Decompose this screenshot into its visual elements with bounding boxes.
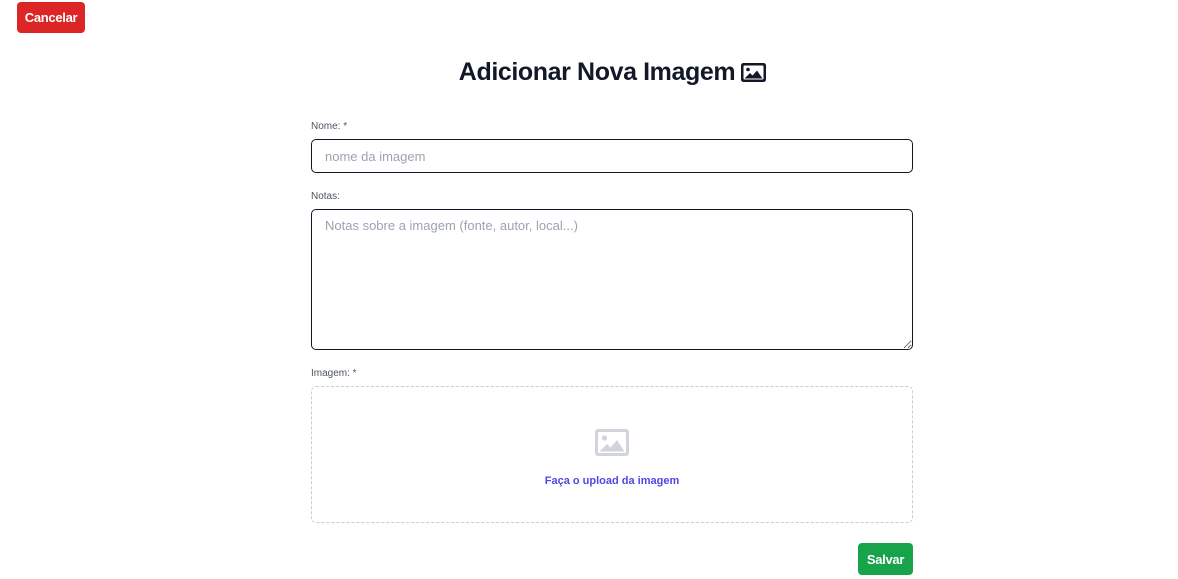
image-placeholder-icon [595,428,629,461]
page-title: Adicionar Nova Imagem [458,58,736,86]
imagem-label: Imagem: * [311,368,357,379]
notas-label: Notas: [311,191,340,202]
imagem-field-group: Imagem: * Faça o upload da imagem [311,368,913,523]
cancel-button[interactable]: Cancelar [17,2,85,33]
page-header: Adicionar Nova Imagem [0,58,1178,87]
image-upload-dropzone[interactable]: Faça o upload da imagem [311,386,913,523]
add-image-page: Cancelar Adicionar Nova Imagem Nome: * N… [0,0,1178,579]
nome-field-group: Nome: * [311,121,913,173]
notas-field-group: Notas: [311,191,913,350]
nome-label: Nome: * [311,121,348,132]
image-icon [741,63,767,82]
save-button[interactable]: Salvar [858,543,913,575]
upload-image-link[interactable]: Faça o upload da imagem [545,475,679,487]
notas-textarea[interactable] [311,209,913,350]
nome-input[interactable] [311,139,913,173]
